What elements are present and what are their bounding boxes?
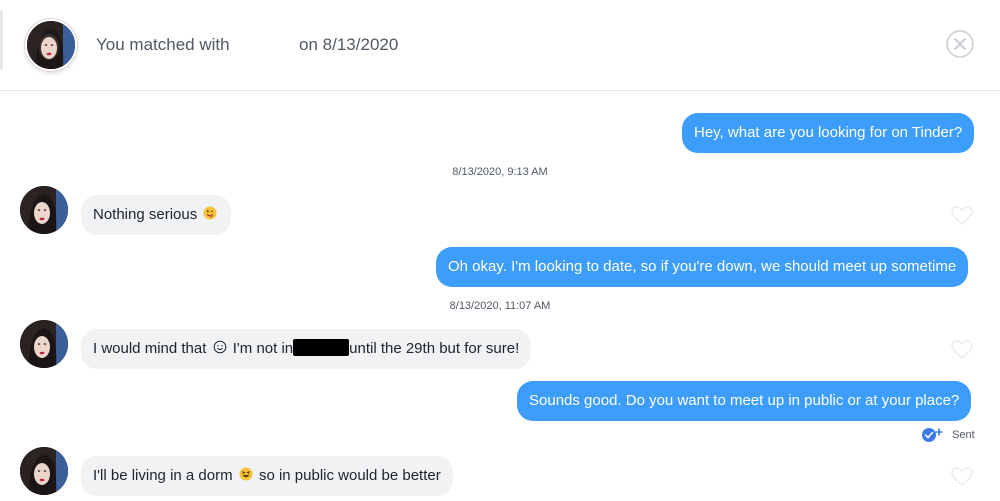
chat-window: You matched with on 8/13/2020 Hey, what … (0, 0, 1000, 501)
sent-label: Sent (952, 429, 975, 441)
sender-avatar[interactable] (20, 447, 68, 495)
match-header: You matched with on 8/13/2020 (0, 0, 1000, 91)
grinning-squinting-emoji-icon (239, 467, 253, 481)
like-heart-icon[interactable] (951, 206, 973, 226)
outgoing-message[interactable]: Oh okay. I'm looking to date, so if you'… (436, 247, 969, 287)
like-heart-icon[interactable] (951, 340, 973, 360)
message-text: I'm not in (232, 340, 294, 357)
incoming-message[interactable]: I'll be living in a dorm so in public wo… (81, 456, 453, 496)
redacted-location (293, 339, 350, 356)
message-text: Nothing serious (93, 206, 198, 223)
sender-avatar[interactable] (20, 186, 68, 234)
winking-tongue-emoji-icon (203, 206, 217, 220)
outgoing-message[interactable]: Hey, what are you looking for on Tinder? (682, 113, 975, 153)
message-text: I would mind that (93, 340, 207, 357)
match-date: on 8/13/2020 (299, 35, 399, 54)
incoming-message[interactable]: I would mind that I'm not in until the 29… (81, 329, 532, 369)
message-text: I'll be living in a dorm (93, 467, 233, 484)
message-text: until the 29th but for sure! (349, 340, 520, 357)
match-info: You matched with on 8/13/2020 (96, 35, 398, 55)
incoming-message[interactable]: Nothing serious (81, 195, 232, 235)
message-text: so in public would be better (258, 467, 441, 484)
message-timestamp: 8/13/2020, 9:13 AM (452, 166, 548, 178)
sent-check-icon (922, 428, 943, 442)
like-heart-icon[interactable] (951, 467, 973, 487)
match-prefix: You matched with (96, 35, 230, 54)
outgoing-message[interactable]: Sounds good. Do you want to meet up in p… (517, 381, 972, 421)
sender-avatar[interactable] (20, 320, 68, 368)
header-edge (0, 10, 3, 70)
smiling-face-emoji-icon (213, 340, 226, 354)
match-avatar[interactable] (25, 19, 77, 71)
message-timestamp: 8/13/2020, 11:07 AM (449, 300, 551, 312)
close-button[interactable] (946, 30, 974, 58)
close-icon (954, 38, 966, 50)
